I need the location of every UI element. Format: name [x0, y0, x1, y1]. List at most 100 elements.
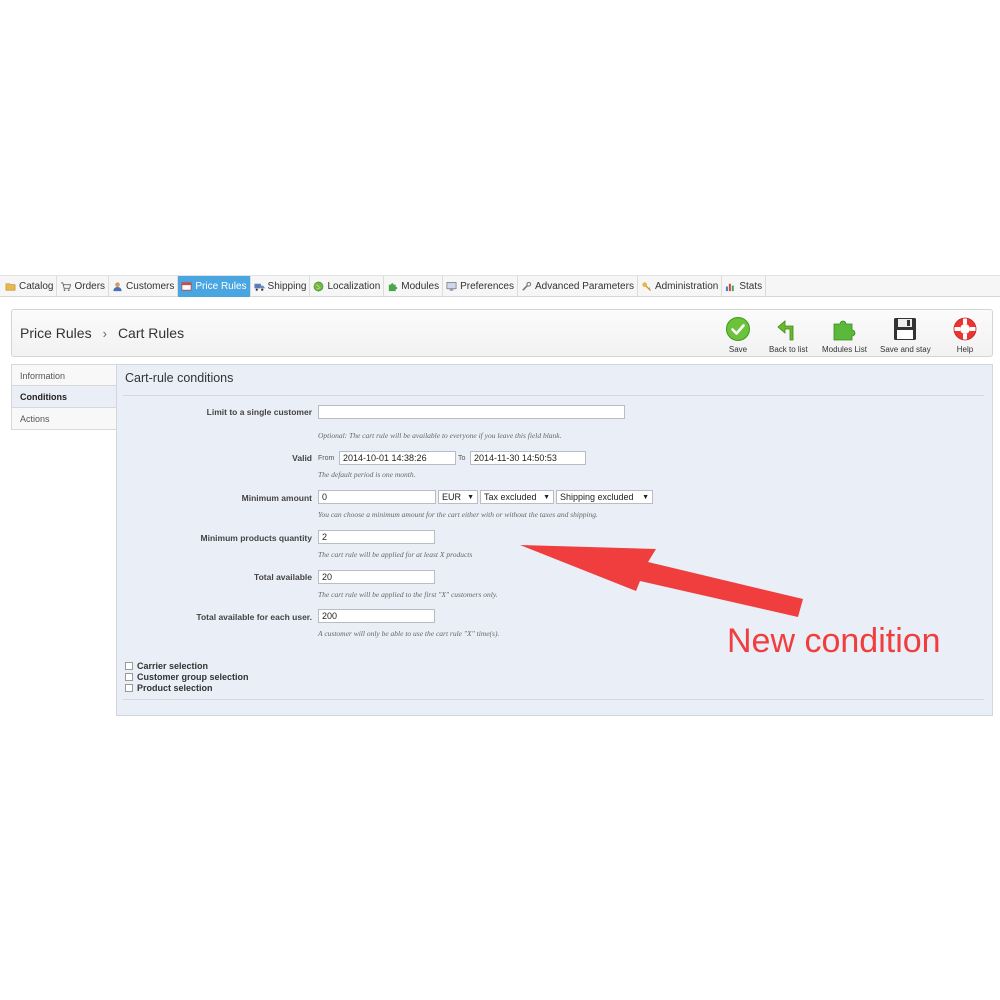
- floppy-disk-icon: [894, 318, 917, 340]
- globe-icon: [314, 281, 324, 292]
- key-icon: [642, 282, 651, 292]
- menu-label: Modules: [401, 281, 440, 292]
- save-and-stay-label: Save and stay: [880, 345, 931, 354]
- menu-localization[interactable]: Localization: [310, 276, 385, 297]
- puzzle-icon: [389, 283, 398, 292]
- chevron-down-icon: ▼: [467, 493, 474, 501]
- limit-customer-input[interactable]: [318, 405, 625, 419]
- checkbox[interactable]: [125, 673, 133, 681]
- menu-label: Localization: [327, 281, 381, 292]
- shipping-select[interactable]: Shipping excluded ▼: [556, 490, 653, 504]
- tab-information[interactable]: Information: [11, 364, 117, 386]
- menu-catalog[interactable]: Catalog: [2, 276, 58, 297]
- form-tabs: Information Conditions Actions: [11, 364, 117, 430]
- menu-label: Administration: [654, 281, 719, 292]
- menu-modules[interactable]: Modules: [384, 276, 444, 297]
- menu-label: Preferences: [460, 281, 514, 292]
- total-available-input[interactable]: [318, 570, 435, 584]
- page-toolbar: Price Rules › Cart Rules Save Back to li…: [11, 309, 993, 357]
- menu-orders[interactable]: Orders: [57, 276, 110, 297]
- help-button[interactable]: Help: [952, 316, 978, 354]
- valid-from-input[interactable]: [339, 451, 456, 465]
- minimum-amount-label: Minimum amount: [241, 493, 312, 503]
- breadcrumb: Price Rules › Cart Rules: [20, 325, 184, 341]
- limit-customer-label: Limit to a single customer: [206, 407, 312, 417]
- limit-customer-hint: Optional: The cart rule will be availabl…: [318, 431, 562, 440]
- back-to-list-button[interactable]: Back to list: [769, 316, 808, 354]
- conditions-panel: Cart-rule conditions Limit to a single c…: [116, 364, 993, 716]
- wrench-icon: [522, 281, 532, 291]
- to-label: To: [458, 455, 466, 462]
- checkbox[interactable]: [125, 684, 133, 692]
- tax-value: Tax excluded: [484, 492, 537, 502]
- shipping-value: Shipping excluded: [560, 492, 634, 502]
- menu-price-rules[interactable]: Price Rules: [178, 276, 251, 297]
- monitor-icon: [446, 282, 457, 291]
- menu-label: Catalog: [19, 281, 54, 292]
- truck-icon: [253, 283, 265, 291]
- menu-label: Advanced Parameters: [535, 281, 634, 292]
- carrier-selection-checkbox[interactable]: Carrier selection: [125, 661, 208, 671]
- per-user-label: Total available for each user.: [196, 612, 312, 622]
- valid-hint: The default period is one month.: [318, 470, 416, 479]
- total-available-label: Total available: [254, 572, 312, 582]
- user-icon: [113, 282, 122, 292]
- folder-icon: [5, 283, 16, 291]
- help-label: Help: [956, 345, 974, 354]
- annotation-text: New condition: [727, 622, 941, 660]
- customer-group-selection-checkbox[interactable]: Customer group selection: [125, 672, 249, 682]
- product-selection-checkbox[interactable]: Product selection: [125, 683, 213, 693]
- save-button[interactable]: Save: [725, 316, 751, 354]
- valid-to-input[interactable]: [470, 451, 586, 465]
- checkbox[interactable]: [125, 662, 133, 670]
- breadcrumb-current: Cart Rules: [117, 325, 185, 341]
- minimum-quantity-input[interactable]: [318, 530, 435, 544]
- cart-icon: [61, 282, 72, 292]
- per-user-input[interactable]: [318, 609, 435, 623]
- valid-label: Valid: [292, 453, 312, 463]
- menu-label: Stats: [739, 281, 763, 292]
- minimum-amount-input[interactable]: [318, 490, 436, 504]
- modules-list-button[interactable]: Modules List: [822, 316, 867, 354]
- menu-administration[interactable]: Administration: [638, 276, 723, 297]
- checkbox-label: Product selection: [137, 683, 213, 693]
- save-label: Save: [728, 345, 748, 354]
- menu-stats[interactable]: Stats: [722, 276, 767, 297]
- price-tag-icon: [181, 282, 192, 291]
- menu-shipping[interactable]: Shipping: [251, 276, 311, 297]
- breadcrumb-parent[interactable]: Price Rules: [20, 325, 92, 341]
- currency-value: EUR: [442, 492, 462, 502]
- menu-label: Shipping: [267, 281, 307, 292]
- tax-select[interactable]: Tax excluded ▼: [480, 490, 554, 504]
- menu-label: Orders: [74, 281, 106, 292]
- menu-label: Customers: [126, 281, 175, 292]
- back-to-list-label: Back to list: [769, 345, 808, 354]
- chevron-down-icon: ▼: [642, 493, 649, 501]
- currency-select[interactable]: EUR ▼: [438, 490, 478, 504]
- back-arrow-icon: [777, 320, 794, 341]
- chevron-down-icon: ▼: [543, 493, 550, 501]
- save-and-stay-button[interactable]: Save and stay: [880, 316, 931, 354]
- panel-title: Cart-rule conditions: [125, 371, 234, 385]
- divider: [123, 699, 984, 700]
- divider: [123, 395, 984, 396]
- top-menu: Catalog Orders Customers Price Rules Shi…: [0, 275, 1000, 297]
- from-label: From: [318, 455, 335, 462]
- checkbox-label: Carrier selection: [137, 661, 209, 671]
- puzzle-icon: [834, 320, 856, 341]
- total-available-hint: The cart rule will be applied to the fir…: [318, 590, 498, 599]
- breadcrumb-separator: ›: [102, 325, 107, 341]
- minimum-amount-hint: You can choose a minimum amount for the …: [318, 510, 598, 519]
- menu-label: Price Rules: [195, 281, 247, 292]
- checkbox-label: Customer group selection: [137, 672, 249, 682]
- tab-actions[interactable]: Actions: [11, 408, 117, 430]
- minimum-quantity-hint: The cart rule will be applied for at lea…: [318, 550, 473, 559]
- tab-conditions[interactable]: Conditions: [11, 386, 117, 408]
- minimum-quantity-label: Minimum products quantity: [200, 533, 312, 543]
- menu-advanced-parameters[interactable]: Advanced Parameters: [518, 276, 638, 297]
- checkmark-icon: [726, 317, 750, 341]
- menu-customers[interactable]: Customers: [109, 276, 179, 297]
- menu-preferences[interactable]: Preferences: [443, 276, 518, 297]
- lifebuoy-icon: [953, 317, 977, 341]
- bar-chart-icon: [726, 283, 735, 292]
